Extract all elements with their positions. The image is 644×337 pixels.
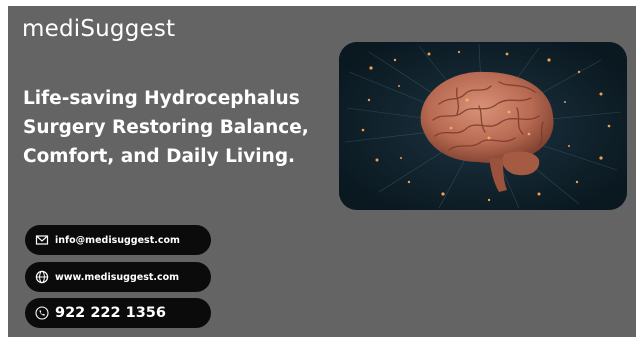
brain-illustration	[339, 42, 627, 210]
brain-hero-image	[339, 42, 627, 210]
website-pill[interactable]: www.medisuggest.com	[25, 262, 211, 292]
headline-line-2: Surgery Restoring Balance,	[23, 117, 309, 138]
website-text: www.medisuggest.com	[55, 271, 180, 283]
banner: mediSuggest Life-saving Hydrocephalus Su…	[8, 6, 636, 337]
globe-icon	[35, 270, 49, 284]
headline-line-1: Life-saving Hydrocephalus	[23, 88, 300, 109]
headline-line-3: Comfort, and Daily Living.	[23, 146, 296, 167]
phone-icon	[35, 306, 49, 320]
email-text: info@medisuggest.com	[55, 234, 180, 246]
brand-logo: mediSuggest	[22, 16, 176, 42]
email-pill[interactable]: info@medisuggest.com	[25, 225, 211, 255]
phone-pill[interactable]: 922 222 1356	[25, 298, 211, 328]
phone-text: 922 222 1356	[55, 305, 166, 321]
headline: Life-saving Hydrocephalus Surgery Restor…	[23, 84, 343, 171]
envelope-icon	[35, 233, 49, 247]
